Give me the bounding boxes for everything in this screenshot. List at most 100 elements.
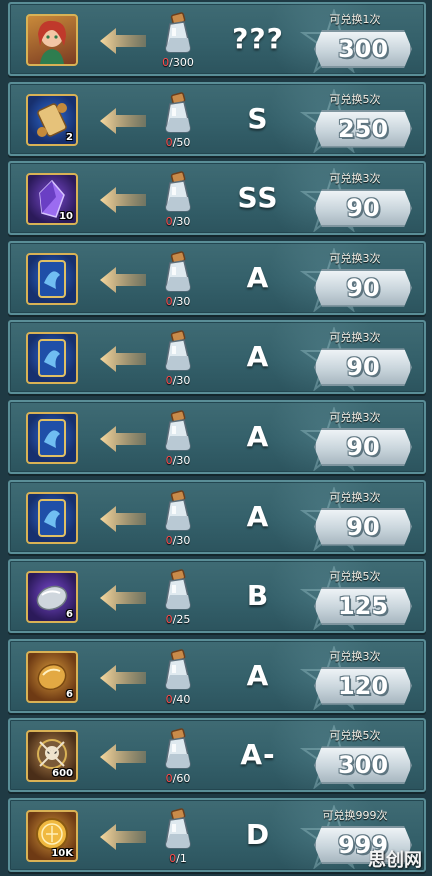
exchange-limit: 可兑换5次 bbox=[329, 92, 381, 106]
progress-text: 0/30 bbox=[146, 295, 210, 308]
grade-label: D bbox=[245, 818, 271, 851]
progress-total: /1 bbox=[176, 852, 187, 865]
exchange-limit: 可兑换3次 bbox=[329, 490, 381, 504]
bottle-icon bbox=[165, 12, 191, 53]
item-slot[interactable] bbox=[26, 491, 78, 544]
cost-value: 90 bbox=[346, 194, 380, 223]
progress-current: 0 bbox=[165, 454, 173, 467]
progress-current: 0 bbox=[165, 692, 173, 706]
arrow-left-icon bbox=[100, 664, 146, 691]
progress-text: 0/1 bbox=[146, 852, 210, 865]
watermark-logo: 思创网 bbox=[368, 850, 422, 871]
blue-card-icon bbox=[38, 339, 66, 378]
exchange-button[interactable]: 125 bbox=[314, 587, 412, 626]
exchange-row-6: 0/30 A 可兑换3次 90 bbox=[8, 400, 426, 474]
exchange-row-8: 6 0/25 B 可兑换5次 125 bbox=[8, 559, 426, 634]
item-count: 600 bbox=[52, 768, 73, 780]
bottle-icon bbox=[165, 91, 191, 133]
exchange-button[interactable]: 90 bbox=[314, 507, 412, 546]
progress-total: /30 bbox=[172, 374, 191, 388]
exchange-limit: 可兑换3次 bbox=[329, 172, 381, 186]
progress-text: 0/30 bbox=[146, 534, 210, 547]
exchange-limit: 可兑换1次 bbox=[329, 13, 381, 26]
progress-text: 0/25 bbox=[146, 613, 210, 626]
exchange-limit: 可兑换999次 bbox=[322, 809, 388, 822]
arrow-left-icon bbox=[100, 107, 146, 134]
cost-value: 90 bbox=[346, 353, 380, 382]
item-slot[interactable]: 10K bbox=[26, 810, 78, 862]
progress-total: /40 bbox=[172, 692, 191, 706]
exchange-button[interactable]: 250 bbox=[314, 109, 412, 148]
cost-value: 125 bbox=[337, 592, 389, 621]
item-count: 2 bbox=[66, 131, 73, 143]
bottle-icon bbox=[165, 330, 191, 372]
progress-text: 0/30 bbox=[146, 215, 210, 228]
arrow-left-icon bbox=[100, 744, 146, 771]
exchange-button[interactable]: 90 bbox=[314, 348, 412, 387]
grade-label: B bbox=[246, 579, 270, 613]
exchange-button[interactable]: 90 bbox=[314, 268, 412, 307]
exchange-list: 0/300 ??? 可兑换1次 300 2 0/50 S 可兑换5次 250 1… bbox=[0, 0, 432, 876]
grade-label: A bbox=[246, 658, 270, 692]
exchange-button[interactable]: 300 bbox=[314, 746, 412, 785]
item-slot[interactable]: 10 bbox=[26, 173, 78, 226]
progress-text: 0/40 bbox=[146, 693, 210, 706]
exchange-row-2: 2 0/50 S 可兑换5次 250 bbox=[8, 81, 426, 156]
exchange-row-4: 0/30 A 可兑换3次 90 bbox=[8, 240, 426, 315]
bottle-icon bbox=[165, 410, 191, 451]
arrow-left-icon bbox=[100, 346, 146, 373]
arrow-left-icon bbox=[100, 585, 146, 612]
exchange-button[interactable]: 300 bbox=[314, 30, 412, 68]
item-count: 6 bbox=[66, 688, 73, 700]
progress-total: /30 bbox=[172, 215, 191, 229]
progress-text: 0/50 bbox=[146, 136, 210, 149]
hero-portrait-icon bbox=[38, 20, 66, 64]
item-slot[interactable] bbox=[26, 332, 78, 385]
progress-current: 0 bbox=[165, 135, 173, 149]
progress-current: 0 bbox=[165, 374, 173, 388]
exchange-row-1: 0/300 ??? 可兑换1次 300 bbox=[8, 2, 426, 76]
item-slot[interactable] bbox=[26, 252, 78, 305]
progress-text: 0/300 bbox=[146, 56, 210, 69]
cost-value: 250 bbox=[337, 114, 389, 143]
progress-total: /60 bbox=[172, 772, 191, 786]
exchange-button[interactable]: 120 bbox=[314, 666, 412, 705]
cost-value: 300 bbox=[337, 35, 389, 63]
progress-current: 0 bbox=[165, 533, 173, 547]
item-slot[interactable]: 6 bbox=[26, 571, 78, 624]
item-slot[interactable]: 2 bbox=[26, 93, 78, 146]
item-slot[interactable]: 600 bbox=[26, 730, 78, 783]
exchange-row-3: 10 0/30 SS 可兑换3次 90 bbox=[8, 161, 426, 236]
exchange-button[interactable]: 90 bbox=[314, 189, 412, 228]
cost-value: 300 bbox=[337, 751, 389, 780]
grade-label: A bbox=[246, 260, 270, 294]
exchange-limit: 可兑换5次 bbox=[329, 570, 381, 584]
exchange-row-9: 6 0/40 A 可兑换3次 120 bbox=[8, 638, 426, 713]
item-slot[interactable] bbox=[26, 14, 78, 66]
grade-label: A bbox=[246, 499, 270, 533]
bottle-icon bbox=[165, 649, 191, 690]
grade-label: A- bbox=[240, 738, 276, 772]
exchange-limit: 可兑换3次 bbox=[329, 649, 381, 663]
cost-value: 120 bbox=[337, 671, 389, 700]
exchange-button[interactable]: 90 bbox=[314, 428, 412, 466]
arrow-left-icon bbox=[100, 28, 146, 54]
bottle-icon bbox=[165, 728, 191, 770]
grade-label: A bbox=[246, 420, 270, 453]
progress-total: /30 bbox=[172, 454, 191, 467]
cost-value: 90 bbox=[346, 512, 380, 541]
item-slot[interactable] bbox=[26, 412, 78, 464]
item-count: 10 bbox=[59, 211, 73, 223]
grade-label: ??? bbox=[232, 22, 284, 55]
progress-total: /25 bbox=[172, 613, 191, 627]
bottle-icon bbox=[165, 171, 191, 212]
item-slot[interactable]: 6 bbox=[26, 650, 78, 703]
progress-current: 0 bbox=[165, 294, 173, 308]
progress-text: 0/60 bbox=[146, 772, 210, 785]
cost-value: 90 bbox=[346, 433, 380, 461]
arrow-left-icon bbox=[100, 505, 146, 532]
cost-value: 90 bbox=[346, 273, 380, 302]
item-count: 10K bbox=[51, 848, 73, 859]
bottle-icon bbox=[165, 808, 191, 849]
grade-label: S bbox=[247, 101, 269, 135]
